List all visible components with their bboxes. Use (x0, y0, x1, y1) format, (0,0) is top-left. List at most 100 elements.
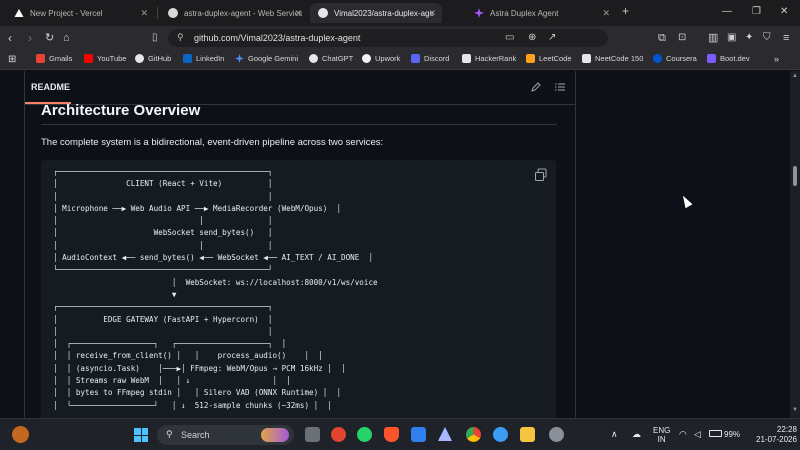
bookmark-label: HackerRank (475, 54, 517, 63)
bootdev-icon (707, 54, 716, 63)
bookmark-hackerrank[interactable]: HackerRank (462, 54, 516, 63)
edge-icon[interactable] (493, 427, 508, 442)
clock[interactable]: 22:28 21-07-2026 (756, 425, 797, 445)
heading-divider (41, 124, 557, 125)
scroll-down-icon[interactable]: ▼ (792, 407, 798, 413)
gmail-icon (36, 54, 45, 63)
close-window-icon[interactable]: ✕ (780, 6, 788, 17)
github-icon (135, 54, 144, 63)
tab-vercel[interactable]: New Project - Vercel ✕ (6, 3, 154, 23)
minimize-icon[interactable]: — (722, 6, 732, 17)
settings-gear-icon[interactable] (549, 427, 564, 442)
code-line: │ WebSocket: ws://localhost:8000/v1/ws/v… (53, 277, 378, 287)
app-red-circle-icon[interactable] (331, 427, 346, 442)
close-tab-icon[interactable]: ✕ (428, 8, 436, 19)
taskbar-search[interactable]: ⚲ Search (157, 425, 294, 445)
bookmark-gmails[interactable]: Gmails (36, 54, 72, 63)
tab-divider (157, 7, 158, 19)
region-label: IN (657, 435, 666, 444)
battery-icon[interactable] (709, 430, 722, 437)
extensions-icon[interactable]: ⧉ (658, 31, 666, 45)
leetcode-icon (526, 54, 535, 63)
restore-icon[interactable]: ❐ (752, 6, 761, 17)
bookmark-label: GitHub (148, 54, 172, 63)
tab-title: Vimal2023/astra-duplex-agent: A (334, 8, 434, 18)
wallet-icon[interactable]: ▣ (727, 31, 736, 45)
leo-ai-icon[interactable]: ✦ (745, 31, 753, 45)
volume-icon[interactable]: ◁ (694, 429, 701, 440)
code-line: │ │ Streams raw WebM │ │ ↓ │ │ (53, 376, 291, 386)
zoom-icon[interactable]: ⊕ (528, 31, 536, 45)
bookmark-label: Discord (424, 54, 450, 63)
copy-icon[interactable] (534, 168, 548, 182)
code-line: │ │ (asyncio.Task) │───▶│ FFmpeg: WebM/O… (53, 363, 346, 373)
close-tab-icon[interactable]: ✕ (602, 8, 610, 19)
more-bookmarks-icon[interactable]: » (774, 54, 779, 64)
close-tab-icon[interactable]: ✕ (140, 8, 148, 19)
wifi-icon[interactable]: ◠ (679, 429, 687, 440)
code-line: ┌───────────────────────────────────────… (53, 302, 273, 312)
tray-overflow-chevron-icon[interactable]: ∧ (611, 429, 618, 440)
scroll-up-icon[interactable]: ▲ (792, 73, 798, 79)
windows-start-icon[interactable] (134, 428, 148, 442)
page-scrollbar[interactable]: ▲ ▼ (790, 71, 800, 418)
intro-paragraph: The complete system is a bidirectional, … (41, 137, 384, 148)
apps-grid-icon[interactable]: ⊞ (8, 54, 16, 65)
bookmark-gemini[interactable]: Google Gemini (235, 54, 298, 63)
back-icon[interactable]: ‹ (8, 31, 12, 45)
edit-pencil-icon[interactable] (531, 82, 541, 92)
chrome-icon[interactable] (466, 427, 481, 442)
tab-render[interactable]: astra-duplex-agent - Web Service - Re ✕ (160, 3, 308, 23)
bookmark-github[interactable]: GitHub (135, 54, 171, 63)
bookmark-neetcode[interactable]: NeetCode 150 (582, 54, 643, 63)
file-explorer-icon[interactable] (520, 427, 535, 442)
mouse-cursor-icon (679, 193, 693, 209)
readme-tab[interactable]: README (31, 82, 70, 92)
bookmark-bootdev[interactable]: Boot.dev (707, 54, 750, 63)
home-icon[interactable]: ⌂ (63, 31, 70, 45)
bookmark-linkedin[interactable]: LinkedIn (183, 54, 224, 63)
menu-icon[interactable]: ≡ (783, 31, 789, 45)
site-info-icon[interactable]: ⚲ (177, 32, 184, 43)
share-icon[interactable]: ↗ (548, 31, 556, 45)
code-line: │ EDGE GATEWAY (FastAPI + Hypercorn) │ (53, 314, 273, 324)
brave-browser-icon[interactable] (384, 427, 399, 442)
tab-astra-agent[interactable]: Astra Duplex Agent ✕ (466, 3, 616, 23)
whatsapp-icon[interactable] (357, 427, 372, 442)
astra-app-icon[interactable] (438, 427, 452, 441)
code-line: │ CLIENT (React + Vite) │ (53, 179, 273, 189)
sidebar-icon[interactable]: ▥ (708, 31, 718, 45)
address-bar[interactable]: ⚲ github.com/Vimal2023/astra-duplex-agen… (168, 29, 608, 47)
code-block[interactable]: ┌───────────────────────────────────────… (41, 160, 556, 418)
bookmark-label: NeetCode 150 (595, 54, 644, 63)
bookmark-chatgpt[interactable]: ChatGPT (309, 54, 353, 63)
code-line: └───────────────────────────────────────… (53, 265, 273, 275)
bookmark-coursera[interactable]: Coursera (653, 54, 697, 63)
bookmark-icon[interactable]: ▯ (152, 31, 158, 45)
screenshot-icon[interactable]: ⊡ (678, 31, 686, 45)
onedrive-cloud-icon[interactable]: ☁ (632, 429, 641, 440)
youtube-icon (84, 54, 93, 63)
task-view-icon[interactable] (305, 427, 320, 442)
code-line: │ │ (53, 191, 273, 201)
code-line: │ │ │ (53, 216, 273, 226)
forward-icon[interactable]: › (28, 31, 32, 45)
code-line: ▼ (53, 289, 177, 299)
scrollbar-thumb[interactable] (793, 166, 797, 186)
new-tab-button[interactable]: + (622, 4, 629, 18)
reload-icon[interactable]: ↻ (45, 31, 54, 45)
vercel-icon (14, 9, 24, 17)
screen-share-icon[interactable]: ▭ (505, 31, 514, 45)
outline-list-icon[interactable] (555, 82, 565, 92)
bookmark-leetcode[interactable]: LeetCode (526, 54, 572, 63)
vscode-icon[interactable] (411, 427, 426, 442)
bookmark-label: Upwork (375, 54, 401, 63)
language-indicator[interactable]: ENG IN (653, 426, 670, 444)
bookmark-discord[interactable]: Discord (411, 54, 449, 63)
bookmark-youtube[interactable]: YouTube (84, 54, 126, 63)
vpn-icon[interactable]: ⛉ (763, 31, 771, 45)
tab-github-repo[interactable]: Vimal2023/astra-duplex-agent: A ✕ (310, 3, 442, 23)
bookmark-upwork[interactable]: Upwork (362, 54, 400, 63)
weather-widget-icon[interactable] (12, 426, 29, 443)
close-tab-icon[interactable]: ✕ (294, 8, 302, 19)
